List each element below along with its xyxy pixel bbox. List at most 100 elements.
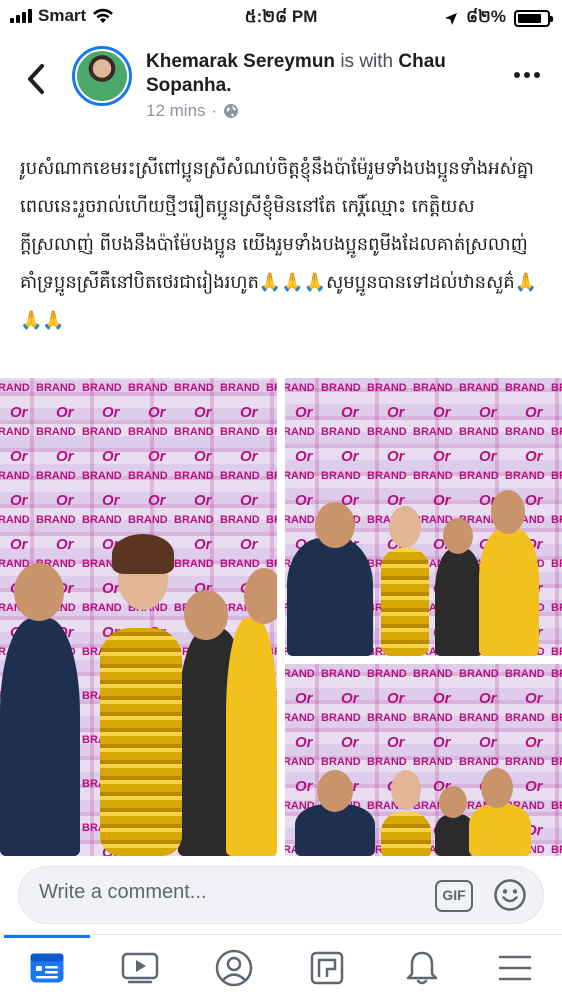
post-time[interactable]: 12 mins: [146, 101, 206, 121]
profile-icon: [215, 949, 253, 987]
backdrop-brand-text: Or: [479, 690, 497, 707]
backdrop-brand-text: BRAND: [551, 470, 562, 482]
backdrop-brand-text: Or: [341, 404, 359, 421]
tab-pages[interactable]: [297, 945, 357, 991]
backdrop-brand-text: BRAND: [82, 514, 122, 526]
backdrop-brand-text: Or: [525, 492, 543, 509]
backdrop-brand-text: Or: [194, 404, 212, 421]
backdrop-brand-text: Or: [295, 778, 313, 795]
backdrop-brand-text: BRAND: [413, 668, 453, 680]
backdrop-brand-text: Or: [10, 448, 28, 465]
backdrop-brand-text: BRAND: [551, 426, 562, 438]
backdrop-brand-text: BRAND: [505, 712, 545, 724]
backdrop-brand-text: BRAND: [82, 602, 122, 614]
backdrop-brand-text: BRAND: [367, 382, 407, 394]
backdrop-brand-text: BRAND: [0, 382, 30, 394]
backdrop-brand-text: Or: [56, 448, 74, 465]
backdrop-brand-text: BRAND: [128, 470, 168, 482]
backdrop-brand-text: BRAND: [0, 514, 30, 526]
active-tab-indicator: [4, 935, 90, 938]
backdrop-brand-text: BRAND: [551, 514, 562, 526]
backdrop-brand-text: Or: [341, 734, 359, 751]
backdrop-brand-text: BRAND: [174, 382, 214, 394]
backdrop-brand-text: Or: [10, 536, 28, 553]
globe-icon: [224, 104, 239, 118]
backdrop-brand-text: Or: [295, 404, 313, 421]
backdrop-brand-text: BRAND: [413, 756, 453, 768]
backdrop-brand-text: Or: [387, 690, 405, 707]
backdrop-brand-text: BRAND: [321, 382, 361, 394]
backdrop-brand-text: Or: [479, 734, 497, 751]
backdrop-brand-text: BRAND: [551, 382, 562, 394]
backdrop-brand-text: BRAND: [551, 844, 562, 856]
backdrop-brand-text: BRAND: [367, 756, 407, 768]
backdrop-brand-text: BRAND: [285, 470, 315, 482]
backdrop-brand-text: BRAND: [285, 382, 315, 394]
backdrop-brand-text: Or: [102, 580, 120, 597]
tab-notifications[interactable]: [392, 945, 452, 991]
backdrop-brand-text: BRAND: [459, 668, 499, 680]
backdrop-brand-text: BRAND: [220, 558, 260, 570]
gif-button[interactable]: GIF: [435, 880, 473, 912]
backdrop-brand-text: BRAND: [321, 668, 361, 680]
backdrop-brand-text: Or: [295, 734, 313, 751]
backdrop-brand-text: BRAND: [551, 668, 562, 680]
backdrop-brand-text: BRAND: [220, 426, 260, 438]
battery-percent: ៨២%: [465, 7, 506, 26]
tab-menu[interactable]: [485, 945, 545, 991]
back-arrow-icon[interactable]: [22, 62, 50, 96]
backdrop-brand-text: BRAND: [266, 426, 277, 438]
backdrop-brand-text: Or: [387, 404, 405, 421]
backdrop-brand-text: Or: [525, 448, 543, 465]
backdrop-brand-text: BRAND: [321, 470, 361, 482]
backdrop-brand-text: Or: [10, 404, 28, 421]
photo-1[interactable]: BRAND BRAND BRAND BRAND BRAND BRAND BRAND Or Or O…: [0, 378, 277, 856]
backdrop-brand-text: Or: [240, 536, 258, 553]
backdrop-brand-text: BRAND: [367, 668, 407, 680]
bottom-tab-bar: [0, 934, 562, 1000]
backdrop-brand-text: BRAND: [413, 382, 453, 394]
backdrop-brand-text: BRAND: [367, 470, 407, 482]
backdrop-brand-text: BRAND: [285, 426, 315, 438]
backdrop-brand-text: Or: [433, 404, 451, 421]
photo-3[interactable]: BRAND BRAND BRAND BRAND BRAND BRAND BRAND Or Or O…: [285, 664, 562, 856]
backdrop-brand-text: BRAND: [459, 426, 499, 438]
tab-profile[interactable]: [204, 945, 264, 991]
backdrop-brand-text: BRAND: [551, 756, 562, 768]
backdrop-brand-text: BRAND: [505, 382, 545, 394]
backdrop-brand-text: Or: [56, 404, 74, 421]
backdrop-brand-text: BRAND: [174, 558, 214, 570]
tab-news-feed[interactable]: [17, 945, 77, 991]
comment-bar[interactable]: Write a comment... GIF: [18, 866, 544, 924]
backdrop-brand-text: BRAND: [459, 712, 499, 724]
menu-icon: [498, 955, 532, 981]
backdrop-brand-text: Or: [56, 536, 74, 553]
backdrop-brand-text: Or: [194, 448, 212, 465]
meta-separator: ·: [211, 101, 218, 120]
backdrop-brand-text: BRAND: [505, 756, 545, 768]
backdrop-brand-text: BRAND: [174, 514, 214, 526]
backdrop-brand-text: BRAND: [413, 712, 453, 724]
post-text: រូបសំណាកខេមរះស្រីពៅប្អូនស្រីសំណប់ចិត្តខ្…: [20, 158, 538, 331]
backdrop-brand-text: BRAND: [82, 470, 122, 482]
backdrop-brand-text: BRAND: [285, 668, 315, 680]
more-options-icon[interactable]: [514, 72, 540, 78]
backdrop-brand-text: BRAND: [551, 712, 562, 724]
backdrop-brand-text: BRAND: [82, 382, 122, 394]
backdrop-brand-text: BRAND: [36, 426, 76, 438]
backdrop-brand-text: BRAND: [128, 514, 168, 526]
backdrop-brand-text: BRAND: [285, 712, 315, 724]
author-name[interactable]: Khemarak Sereymun: [146, 51, 335, 72]
backdrop-brand-text: BRAND: [36, 470, 76, 482]
backdrop-brand-text: BRAND: [413, 426, 453, 438]
author-avatar[interactable]: [72, 46, 132, 106]
backdrop-brand-text: BRAND: [505, 470, 545, 482]
tab-watch[interactable]: [110, 945, 170, 991]
photo-2[interactable]: BRAND BRAND BRAND BRAND BRAND BRAND BRAND Or Or O…: [285, 378, 562, 656]
backdrop-brand-text: Or: [341, 448, 359, 465]
backdrop-brand-text: Or: [525, 778, 543, 795]
emoji-icon[interactable]: [493, 878, 527, 912]
comment-input[interactable]: Write a comment...: [39, 881, 206, 904]
with-text: is with: [340, 51, 394, 72]
notifications-icon: [406, 951, 438, 985]
